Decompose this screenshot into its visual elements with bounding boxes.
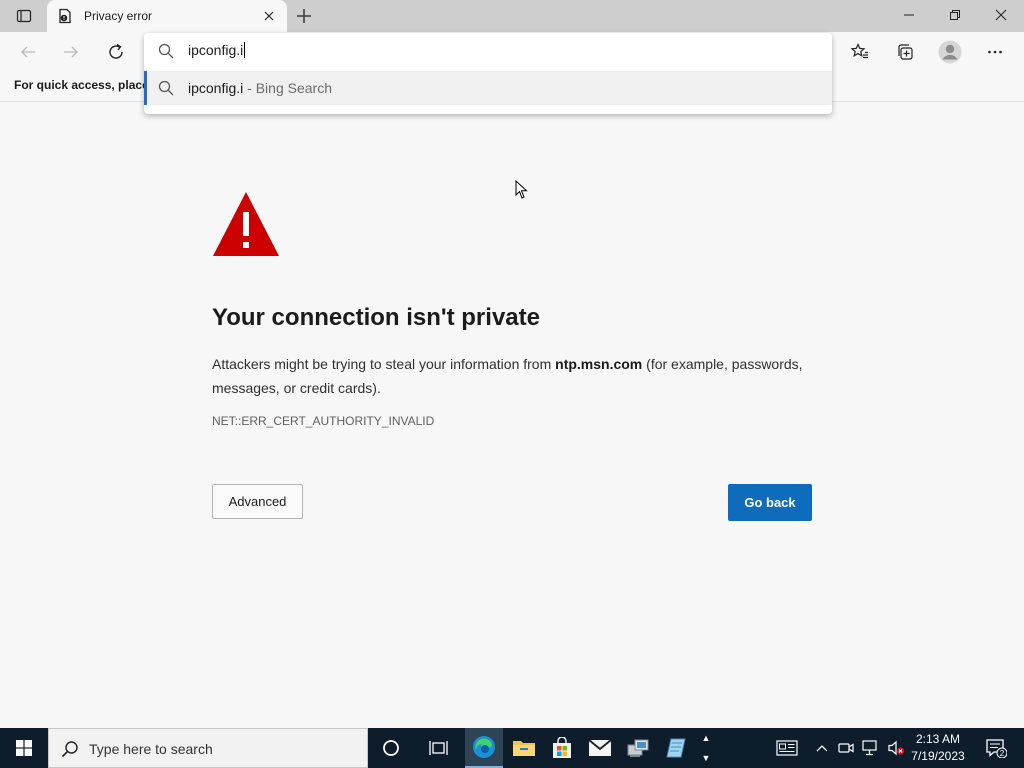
suggestion-text: ipconfig.i - Bing Search: [188, 80, 332, 96]
clock-date: 7/19/2023: [911, 749, 965, 763]
minimize-button[interactable]: [886, 0, 932, 30]
tab-actions-icon: [16, 9, 32, 23]
tab-actions-button[interactable]: [8, 4, 40, 28]
advanced-button[interactable]: Advanced: [212, 484, 303, 519]
clock-time: 2:13 AM: [915, 732, 961, 746]
close-window-button[interactable]: [978, 0, 1024, 30]
cortana-button[interactable]: [372, 728, 410, 768]
restore-icon: [950, 10, 960, 20]
search-icon: [158, 43, 174, 59]
error-description: Attackers might be trying to steal your …: [212, 352, 822, 400]
chevron-up-icon[interactable]: ▲: [702, 733, 711, 743]
certificate-warning-icon: [59, 8, 71, 24]
address-input-value: ipconfig.i: [188, 42, 244, 58]
restore-button[interactable]: [932, 0, 978, 30]
favorites-button[interactable]: [845, 38, 875, 66]
error-page: Your connection isn't private Attackers …: [0, 103, 1024, 728]
search-icon: [158, 80, 174, 96]
star-list-icon: [851, 43, 868, 59]
cortana-circle-icon: [383, 740, 399, 756]
folder-icon: [513, 741, 535, 756]
close-tab-icon[interactable]: [261, 8, 277, 24]
settings-more-button[interactable]: [980, 38, 1010, 66]
refresh-button[interactable]: [102, 38, 130, 66]
task-view-button[interactable]: [420, 728, 458, 768]
store-bag-icon: [553, 737, 571, 758]
suggestion-query: ipconfig.i: [188, 80, 244, 96]
warning-triangle-icon: [213, 192, 279, 256]
new-tab-button[interactable]: [292, 4, 316, 28]
search-icon: [61, 741, 78, 758]
back-button[interactable]: [14, 38, 42, 66]
text-caret: [244, 42, 246, 58]
plus-icon: [297, 9, 311, 23]
taskbar-search-placeholder: Type here to search: [89, 741, 213, 757]
task-view-icon: [429, 741, 448, 755]
show-hidden-icons-chevron-icon[interactable]: [810, 728, 834, 768]
taskbar-edge[interactable]: [465, 728, 503, 768]
host-name: ntp.msn.com: [555, 356, 643, 372]
description-text-start: Attackers might be trying to steal your …: [212, 356, 556, 372]
suggestion-suffix: - Bing Search: [243, 80, 332, 96]
tab-privacy-error[interactable]: Privacy error: [47, 0, 287, 32]
tray-network-icon[interactable]: [859, 728, 883, 768]
search-suggestion[interactable]: ipconfig.i - Bing Search: [144, 71, 832, 105]
suggestion-highlight: [144, 71, 147, 105]
address-input[interactable]: ipconfig.i: [188, 42, 246, 58]
go-back-button[interactable]: Go back: [728, 484, 812, 521]
forward-arrow-icon: [64, 46, 78, 58]
taskbar-file-explorer[interactable]: [505, 728, 543, 768]
mail-envelope-icon: [588, 739, 612, 756]
more-dots-icon: [988, 50, 1002, 54]
collections-button[interactable]: [890, 38, 920, 66]
network-computer-icon: [627, 739, 649, 757]
title-bar: Privacy error: [0, 0, 1024, 32]
back-arrow-icon: [21, 46, 35, 58]
error-code: NET::ERR_CERT_AUTHORITY_INVALID: [212, 414, 435, 428]
notification-count: 2: [1000, 749, 1005, 758]
edge-browser-icon: [473, 736, 495, 758]
mouse-cursor-icon: [515, 180, 528, 199]
taskbar-store[interactable]: [543, 728, 581, 768]
action-center-button[interactable]: 2: [978, 728, 1014, 768]
taskbar: Type here to search ▲ ▼ 2:13 AM 7/19/202…: [0, 728, 1024, 768]
windows-logo-icon: [16, 740, 32, 756]
tab-title: Privacy error: [84, 9, 153, 23]
tray-volume-muted-icon[interactable]: [884, 728, 908, 768]
chevron-down-icon[interactable]: ▼: [702, 753, 711, 763]
notification-icon: 2: [986, 739, 1007, 758]
error-headline: Your connection isn't private: [212, 304, 540, 331]
refresh-icon: [109, 43, 123, 59]
taskbar-clock[interactable]: 2:13 AM 7/19/2023: [906, 731, 970, 765]
favorites-bar-hint: For quick access, place y: [14, 78, 159, 92]
collections-icon: [898, 44, 913, 60]
close-icon: [995, 9, 1007, 21]
notepad-icon: [666, 738, 686, 758]
profile-button[interactable]: [935, 38, 965, 66]
taskbar-network-app[interactable]: [619, 728, 657, 768]
address-bar-dropdown: ipconfig.i ipconfig.i - Bing Search: [144, 33, 832, 114]
minimize-icon: [904, 14, 914, 16]
avatar-icon: [938, 40, 962, 64]
taskbar-scroll[interactable]: ▲ ▼: [698, 728, 714, 768]
forward-button[interactable]: [57, 38, 85, 66]
tray-news-icon[interactable]: [774, 728, 800, 768]
start-button[interactable]: [0, 728, 48, 768]
taskbar-search-box[interactable]: Type here to search: [48, 728, 368, 768]
taskbar-notepad-app[interactable]: [657, 728, 695, 768]
taskbar-mail[interactable]: [581, 728, 619, 768]
tray-meet-now-icon[interactable]: [834, 728, 858, 768]
